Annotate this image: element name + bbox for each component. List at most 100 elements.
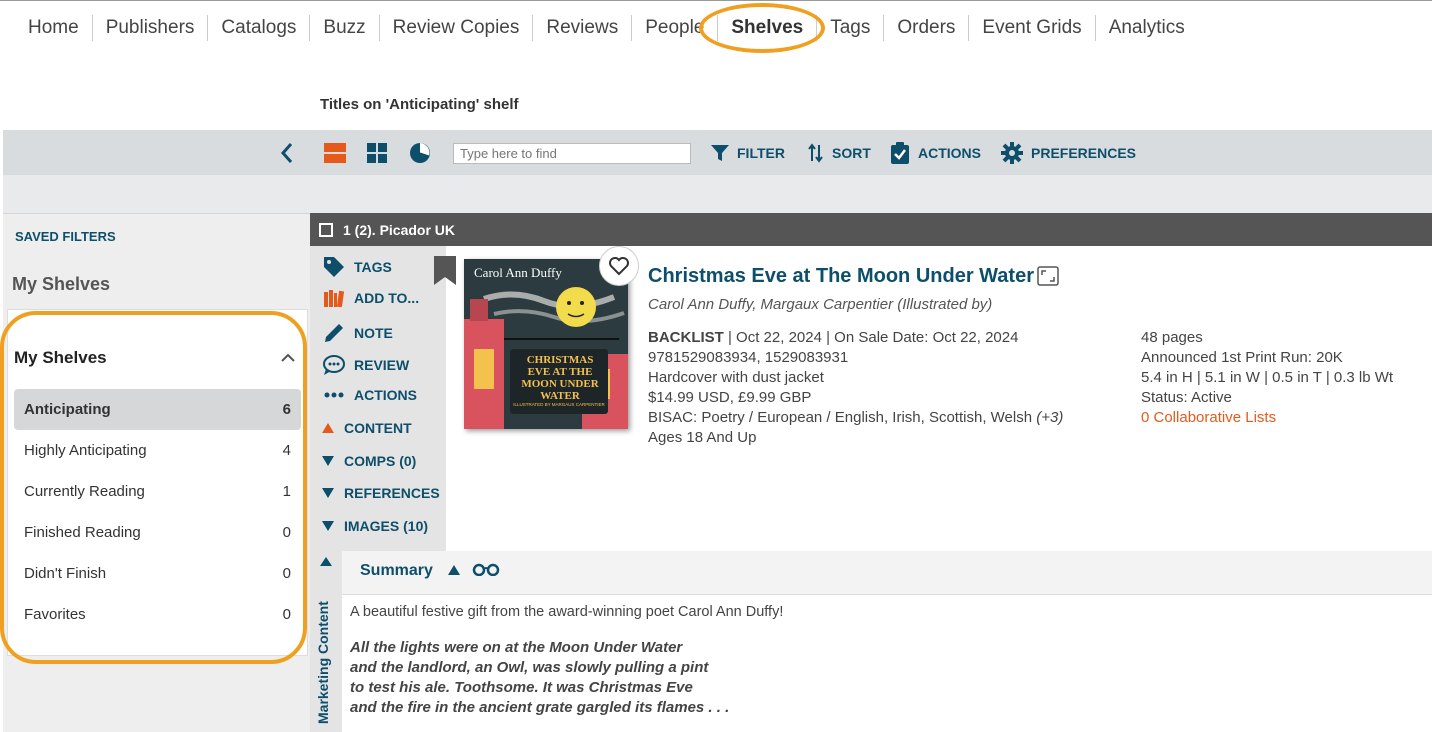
reading-glasses-icon[interactable] xyxy=(472,562,500,577)
triangle-up-icon[interactable] xyxy=(447,564,461,576)
back-chevron-icon[interactable] xyxy=(279,130,295,175)
format-status: BACKLIST xyxy=(648,329,724,346)
search-input[interactable] xyxy=(453,143,691,164)
nav-home[interactable]: Home xyxy=(15,15,93,41)
filter-label: FILTER xyxy=(737,144,785,161)
note-label: NOTE xyxy=(354,325,393,341)
dimensions: 5.4 in H | 5.1 in W | 0.5 in T | 0.3 lb … xyxy=(1141,369,1394,386)
book-title[interactable]: Christmas Eve at The Moon Under Water xyxy=(648,265,1034,288)
speech-bubble-icon xyxy=(322,354,346,376)
nav-list: Home Publishers Catalogs Buzz Review Cop… xyxy=(15,15,1198,41)
print-run: Announced 1st Print Run: 20K xyxy=(1141,349,1343,366)
summary-title: Summary xyxy=(360,562,433,579)
comps-toggle[interactable]: COMPS (0) xyxy=(320,453,416,469)
comps-label: COMPS (0) xyxy=(344,453,417,469)
nav-review-copies[interactable]: Review Copies xyxy=(380,15,534,41)
preferences-button[interactable]: PREFERENCES xyxy=(1001,130,1136,175)
nav-publishers[interactable]: Publishers xyxy=(93,15,209,41)
nav-catalogs[interactable]: Catalogs xyxy=(208,15,311,41)
list-view-icon[interactable] xyxy=(324,130,346,175)
group-header-label: 1 (2). Picador UK xyxy=(343,221,456,238)
expand-icon[interactable] xyxy=(1037,266,1059,291)
saved-filters-link[interactable]: SAVED FILTERS xyxy=(15,229,116,244)
actions-button[interactable]: ACTIONS xyxy=(890,130,981,175)
more-actions-action[interactable]: ACTIONS xyxy=(322,387,417,403)
summary-excerpt: All the lights were on at the Moon Under… xyxy=(350,638,729,718)
nav-buzz[interactable]: Buzz xyxy=(310,15,380,41)
pie-chart-icon[interactable] xyxy=(409,130,431,175)
excerpt-line: and the landlord, an Owl, was slowly pul… xyxy=(350,659,709,676)
excerpt-line: to test his ale. Toothsome. It was Chris… xyxy=(350,679,693,696)
references-label: REFERENCES xyxy=(344,485,440,501)
binding: Hardcover with dust jacket xyxy=(648,369,824,386)
page-count: 48 pages xyxy=(1141,329,1203,346)
add-to-action[interactable]: ADD TO... xyxy=(322,289,419,307)
page-title: Titles on 'Anticipating' shelf xyxy=(320,96,519,113)
sort-icon xyxy=(808,142,823,163)
nav-reviews[interactable]: Reviews xyxy=(533,15,633,41)
toolbar-spacer xyxy=(3,175,1432,213)
nav-analytics[interactable]: Analytics xyxy=(1096,15,1198,41)
excerpt-line: and the fire in the ancient grate gargle… xyxy=(350,699,730,716)
images-label: IMAGES (10) xyxy=(344,518,429,534)
triangle-up-icon[interactable] xyxy=(319,556,333,567)
actions-label: ACTIONS xyxy=(918,144,981,161)
triangle-down-icon xyxy=(320,520,336,532)
isbns: 9781529083934, 1529083931 xyxy=(648,349,849,366)
triangle-down-icon xyxy=(320,455,336,467)
note-action[interactable]: NOTE xyxy=(322,322,393,344)
bisac-more[interactable]: (+3) xyxy=(1036,409,1063,426)
my-shelves-heading: My Shelves xyxy=(12,274,111,294)
actions-label: ACTIONS xyxy=(354,387,417,403)
cover-title-text: CHRISTMAS EVE AT THE MOON UNDER WATER xyxy=(521,354,599,402)
review-action[interactable]: REVIEW xyxy=(322,354,409,376)
heart-icon xyxy=(609,257,629,276)
bisac: BISAC: Poetry / European / English, Iris… xyxy=(648,409,1033,426)
cover-author-text: Carol Ann Duffy xyxy=(474,265,562,280)
ages: Ages 18 And Up xyxy=(648,429,757,446)
content-label: CONTENT xyxy=(344,420,412,436)
favorite-heart-button[interactable] xyxy=(599,246,639,286)
book-cover-image[interactable]: Carol Ann Duffy CHRISTMAS EVE AT THE MOO… xyxy=(464,259,628,429)
cover-illustrated-text: ILLUSTRATED BY MARGAUX CARPENTIER xyxy=(513,402,605,407)
references-toggle[interactable]: REFERENCES xyxy=(320,485,440,501)
preferences-label: PREFERENCES xyxy=(1031,144,1137,161)
select-group-checkbox[interactable] xyxy=(319,222,333,237)
tags-label: TAGS xyxy=(354,259,392,275)
add-to-label: ADD TO... xyxy=(354,290,420,306)
tags-action[interactable]: TAGS xyxy=(322,256,392,278)
price: $14.99 USD, £9.99 GBP xyxy=(648,389,812,406)
summary-text: A beautiful festive gift from the award-… xyxy=(350,604,784,620)
grid-view-icon[interactable] xyxy=(367,130,387,175)
nav-orders[interactable]: Orders xyxy=(884,15,970,41)
filter-button[interactable]: FILTER xyxy=(711,130,785,175)
shelves-highlight-ring xyxy=(699,3,825,53)
collaborative-lists-link[interactable]: 0 Collaborative Lists xyxy=(1141,408,1393,428)
excerpt-line: All the lights were on at the Moon Under… xyxy=(350,639,683,656)
shelves-panel-highlight-ring xyxy=(0,311,307,664)
bookmark-icon[interactable] xyxy=(434,256,456,285)
review-label: REVIEW xyxy=(354,357,410,373)
title-actions-column: TAGS ADD TO... NOTE REVIEW ACTIONS CONTE… xyxy=(310,246,446,551)
summary-heading[interactable]: Summary xyxy=(360,562,500,580)
tag-icon xyxy=(322,256,346,278)
pencil-icon xyxy=(322,322,346,344)
publication-dates: | Oct 22, 2024 | On Sale Date: Oct 22, 2… xyxy=(723,329,1019,346)
filter-icon xyxy=(711,144,729,161)
books-icon xyxy=(322,289,346,307)
ellipsis-icon xyxy=(322,392,346,398)
publisher-group-header: 1 (2). Picador UK xyxy=(310,213,1432,246)
sort-button[interactable]: SORT xyxy=(808,130,871,175)
sort-label: SORT xyxy=(832,144,871,161)
book-metadata-left: BACKLIST | Oct 22, 2024 | On Sale Date: … xyxy=(648,328,1063,448)
nav-tags[interactable]: Tags xyxy=(817,15,885,41)
book-authors: Carol Ann Duffy, Margaux Carpentier (Ill… xyxy=(648,296,993,313)
toolbar: FILTER SORT ACTIONS PREFERENCES xyxy=(3,130,1432,175)
nav-event-grids[interactable]: Event Grids xyxy=(969,15,1096,41)
gear-icon xyxy=(1001,141,1023,164)
clipboard-check-icon xyxy=(891,141,909,164)
images-toggle[interactable]: IMAGES (10) xyxy=(320,518,428,534)
content-toggle[interactable]: CONTENT xyxy=(320,420,412,436)
status: Status: Active xyxy=(1141,389,1232,406)
marketing-content-tab[interactable]: Marketing Content xyxy=(315,601,331,724)
